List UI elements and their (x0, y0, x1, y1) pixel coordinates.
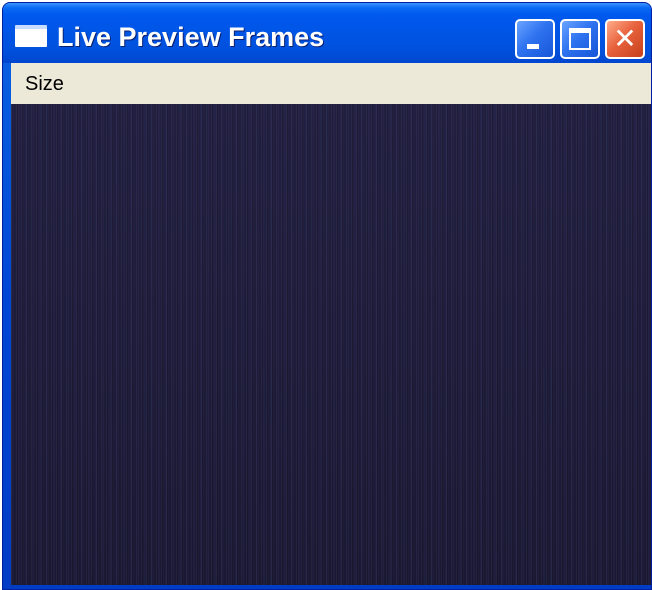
maximize-button[interactable] (560, 19, 600, 59)
minimize-icon (527, 44, 539, 49)
maximize-icon (569, 28, 591, 50)
live-preview-area[interactable] (11, 104, 651, 585)
close-button[interactable]: ✕ (605, 19, 645, 59)
minimize-button[interactable] (515, 19, 555, 59)
window-icon (15, 25, 47, 47)
title-bar[interactable]: Live Preview Frames ✕ (3, 3, 651, 63)
close-icon: ✕ (613, 22, 637, 55)
menu-bar: Size (11, 63, 651, 104)
window-title: Live Preview Frames (57, 22, 325, 52)
menu-size[interactable]: Size (25, 73, 64, 95)
app-window: Live Preview Frames ✕ Size (2, 2, 652, 590)
